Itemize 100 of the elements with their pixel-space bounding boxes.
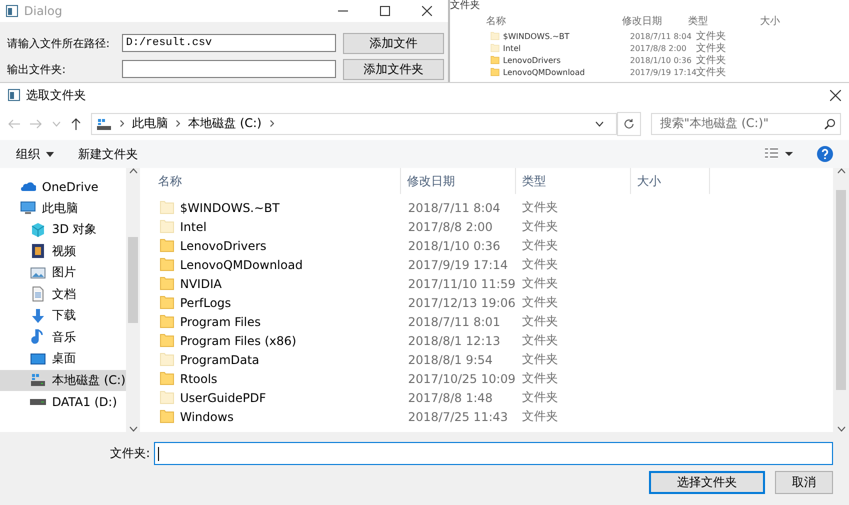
table-cell-text: 文件夹 [696,54,727,66]
column-header[interactable]: 名称 [140,168,401,194]
refresh-button[interactable] [617,112,641,136]
table-cell-text: 2017/8/8 2:00 [630,44,688,52]
new-folder-button[interactable]: 新建文件夹 [78,146,138,162]
sidebar-item[interactable]: 音乐 [0,326,126,348]
table-cell-text: 文件夹 [521,275,559,292]
dialog-button[interactable]: 取消 [775,471,833,494]
file-name[interactable]: Rtools [180,372,218,386]
table-cell-text: 文件夹 [521,351,559,368]
table-cell-text: 文件夹 [696,66,727,79]
table-cell-text: 2018/1/10 0:36 [407,238,502,252]
column-header[interactable]: 类型 [516,168,631,194]
maximize-icon[interactable] [380,6,390,16]
file-name[interactable]: $WINDOWS.~BT [180,200,280,214]
computer-icon [20,200,36,216]
document-icon [30,286,46,302]
window-title: Dialog [24,4,64,18]
window-title: 选取文件夹 [26,86,87,104]
cube-icon [30,222,46,238]
add-button[interactable]: 添加文件 [343,32,444,54]
sidebar-item[interactable]: 文档 [0,284,126,305]
table-cell-text: 文件夹 [521,256,559,273]
input-field[interactable] [122,60,336,78]
sidebar-item[interactable]: DATA1 (D:) [0,391,126,412]
input-field[interactable]: D:/result.csv [122,34,336,52]
scrollbar-thumb[interactable] [836,190,846,390]
table-cell-text: 文件夹 [521,370,559,387]
sidebar-item[interactable]: 图片 [0,262,126,284]
scrollbar-thumb[interactable] [128,237,138,323]
add-button[interactable]: 添加文件夹 [343,58,444,80]
help-icon[interactable] [817,146,833,162]
desktop-icon [30,350,46,367]
film-icon [30,243,46,260]
file-name: LenovoQMDownload [503,68,585,76]
column-header[interactable]: 名称 [486,14,622,28]
sidebar-item[interactable]: 下载 [0,305,126,326]
table-cell-text: 文件夹 [521,237,559,254]
dialog-button[interactable]: 选择文件夹 [649,471,765,494]
close-icon[interactable] [422,6,432,16]
field-label: 文件夹: [108,445,150,462]
drive-icon [30,372,46,388]
column-header[interactable]: 大小 [760,14,810,28]
refresh-icon [623,118,635,130]
folder-input-field[interactable] [154,442,833,465]
chevron-up-icon[interactable] [128,168,138,174]
drive-icon [30,398,46,405]
sidebar-item[interactable]: 3D 对象 [0,219,126,240]
up-arrow-icon[interactable] [71,118,81,130]
file-name[interactable]: UserGuidePDF [180,390,266,404]
table-cell-text: 文件夹 [696,30,727,42]
table-cell-text: 2017/8/8 1:48 [407,390,494,404]
file-name: Intel [503,44,521,52]
sidebar-item[interactable]: 桌面 [0,348,126,370]
table-cell-text: 2018/7/11 8:04 [630,32,693,40]
sidebar-item[interactable]: 此电脑 [0,198,126,219]
breadcrumb-item[interactable]: 此电脑 [132,115,168,132]
column-header[interactable]: 类型 [688,14,760,28]
table-cell-text: 2017/8/8 2:00 [407,220,494,234]
search-field[interactable]: 搜索"本地磁盘 (C:)" [651,112,841,134]
chevron-up-icon[interactable] [836,168,846,174]
file-name[interactable]: Program Files [180,314,261,328]
table-cell-text: 文件夹 [521,199,559,216]
sidebar-item[interactable]: 本地磁盘 (C:) [0,370,126,391]
chevron-down-icon[interactable] [128,426,138,432]
picture-icon [30,264,46,281]
drive-icon [96,116,112,130]
chevron-down-icon[interactable] [836,426,846,432]
view-options-icon[interactable] [765,148,793,160]
table-cell-text: 2018/8/1 12:13 [407,334,502,348]
file-name: $WINDOWS.~BT [503,32,570,40]
file-name: LenovoDrivers [503,56,561,64]
sidebar-item[interactable]: OneDrive [0,176,126,198]
file-name[interactable]: NVIDIA [180,276,222,290]
address-bar[interactable]: 此电脑 本地磁盘 (C:) [91,112,617,134]
file-name[interactable]: Program Files (x86) [180,334,296,348]
organize-button[interactable]: 组织 [16,146,54,162]
table-cell-text: 文件夹 [521,294,559,311]
table-cell-text: 文件夹 [696,42,727,54]
file-name[interactable]: Windows [180,410,234,424]
table-cell-text: 2017/12/13 19:06 [407,296,516,310]
breadcrumb-item[interactable]: 本地磁盘 (C:) [188,115,262,132]
file-name[interactable]: Intel [180,220,207,234]
file-name[interactable]: ProgramData [180,352,260,366]
file-name[interactable]: LenovoDrivers [180,238,266,252]
chevron-down-icon[interactable] [595,120,604,126]
sidebar-item[interactable]: 视频 [0,240,126,262]
table-cell-text: 2018/8/1 9:54 [407,352,494,366]
close-icon[interactable] [830,90,841,100]
table-cell-text: 文件夹 [521,313,559,330]
file-name[interactable]: PerfLogs [180,296,232,310]
table-cell-text: 2018/7/11 8:04 [407,200,502,214]
column-header[interactable]: 修改日期 [401,168,516,194]
field-label: 输出文件夹: [7,62,67,76]
window-icon [6,5,18,17]
table-cell-text: 2018/7/25 11:43 [407,410,509,424]
column-header[interactable]: 大小 [631,168,710,194]
file-name[interactable]: LenovoQMDownload [180,258,303,272]
table-cell: 2017/9/19 17:14 [630,68,696,76]
column-header[interactable]: 修改日期 [622,14,688,28]
